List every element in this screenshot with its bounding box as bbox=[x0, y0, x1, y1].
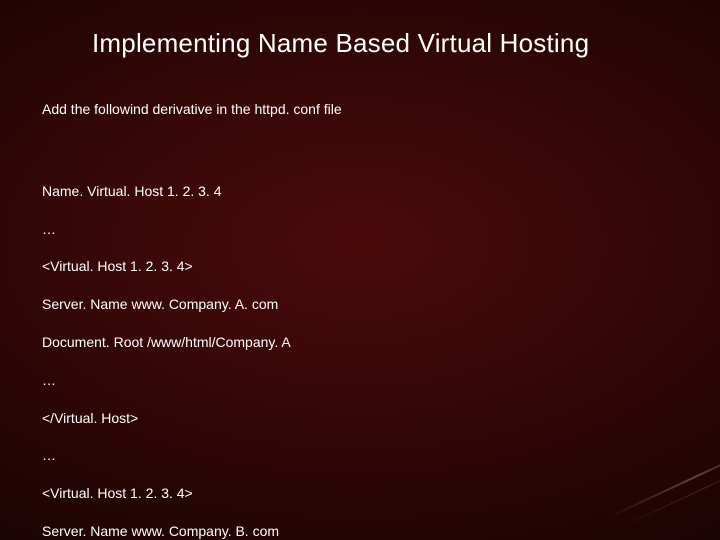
code-line: … bbox=[42, 220, 720, 239]
code-line: </Virtual. Host> bbox=[42, 409, 720, 428]
slide-title: Implementing Name Based Virtual Hosting bbox=[0, 0, 720, 59]
code-line: … bbox=[42, 371, 720, 390]
code-line: Name. Virtual. Host 1. 2. 3. 4 bbox=[42, 182, 720, 201]
config-code-block: Name. Virtual. Host 1. 2. 3. 4 … <Virtua… bbox=[0, 117, 720, 540]
code-line: Document. Root /www/html/Company. A bbox=[42, 333, 720, 352]
slide: Implementing Name Based Virtual Hosting … bbox=[0, 0, 720, 540]
code-line: Server. Name www. Company. B. com bbox=[42, 522, 720, 540]
slide-subtitle: Add the followind derivative in the http… bbox=[0, 59, 720, 117]
code-line: … bbox=[42, 446, 720, 465]
code-line: <Virtual. Host 1. 2. 3. 4> bbox=[42, 257, 720, 276]
code-line: Server. Name www. Company. A. com bbox=[42, 295, 720, 314]
code-line: <Virtual. Host 1. 2. 3. 4> bbox=[42, 484, 720, 503]
